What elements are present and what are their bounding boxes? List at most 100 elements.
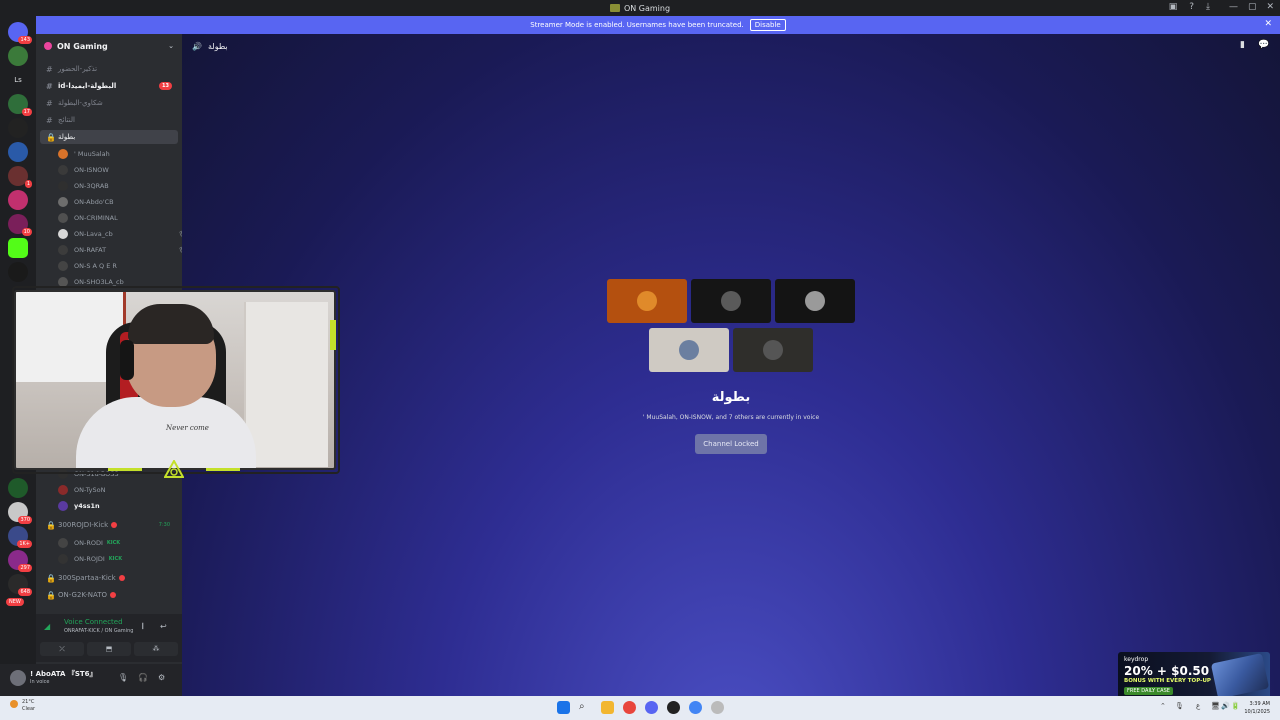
chat-icon[interactable]: 💬 <box>1258 40 1269 50</box>
voice-member[interactable]: ON-RAFAT 🎙 <box>58 243 186 257</box>
server-icon[interactable]: 1K+ <box>8 526 32 548</box>
server-icon[interactable]: 297 <box>8 550 32 572</box>
noise-suppression-icon[interactable]: 𝄃 <box>142 622 144 632</box>
voice-member[interactable]: ' MuuSalah <box>58 147 110 161</box>
member-name: ON-RODI <box>74 539 103 547</box>
app-icon[interactable] <box>667 701 680 714</box>
settings-gear-icon[interactable]: ⚙ <box>158 673 165 682</box>
clock-time: 3:39 AM <box>1249 701 1270 707</box>
microphone-icon[interactable]: 🎙 <box>118 673 128 682</box>
hash-icon: # <box>46 98 53 108</box>
voice-channel[interactable]: 🔒 300ROJDI-Kick 7:30 <box>40 518 178 532</box>
screen-share-button[interactable]: ⬒ <box>87 642 131 656</box>
voice-member[interactable]: ON-Abdo'CB <box>58 195 114 209</box>
tray-overflow-icon[interactable]: ⌃ <box>1160 702 1166 710</box>
disable-streamer-mode-button[interactable]: Disable <box>749 19 786 31</box>
weather-widget[interactable]: 21°C Clear <box>10 699 35 713</box>
voice-member[interactable]: ON-SHO3LA_cb <box>58 275 124 289</box>
window-title: ON Gaming <box>623 3 671 13</box>
headphones-icon[interactable]: 🎧 <box>138 673 148 682</box>
close-banner-icon[interactable]: ✕ <box>1264 19 1272 29</box>
channel-item[interactable]: # id-البطولة-ايميدا 13 <box>40 79 178 93</box>
avatar <box>58 501 68 511</box>
member-name: y4ss1n <box>74 502 100 510</box>
voice-member[interactable]: ON-ISNOW <box>58 163 109 177</box>
direct-messages-icon[interactable]: 143 <box>8 22 32 44</box>
avatar[interactable] <box>10 670 26 686</box>
kick-server-icon[interactable] <box>8 238 28 258</box>
server-icon-ls[interactable]: Ls <box>8 70 28 90</box>
participant-tile[interactable] <box>691 279 771 323</box>
tray-display-icon[interactable]: 🖥 <box>1211 702 1220 710</box>
pin-icon[interactable]: ▮ <box>1240 40 1245 50</box>
activities-button[interactable]: ⁂ <box>134 642 178 656</box>
close-window-button[interactable]: ✕ <box>1266 2 1274 12</box>
server-icon[interactable] <box>8 118 28 138</box>
channel-item[interactable]: # النتائج <box>40 113 178 127</box>
tray-microphone-icon[interactable]: 🎙 <box>1175 702 1184 710</box>
start-button[interactable] <box>557 701 570 714</box>
channel-item[interactable]: # تذكير-الحضور <box>40 62 178 76</box>
voice-member[interactable]: y4ss1n <box>58 499 100 513</box>
discord-icon[interactable] <box>645 701 658 714</box>
chrome-icon[interactable] <box>623 701 636 714</box>
voice-channel-active[interactable]: 🔒 بطولة <box>40 130 178 144</box>
tray-volume-icon[interactable]: 🔊 <box>1221 702 1230 710</box>
windows-taskbar: 21°C Clear ⌕ ⌃ 🎙 ع 🖥 🔊 🔋 3:39 AM 10/1/20… <box>0 696 1280 720</box>
server-icon[interactable]: 370 <box>8 502 32 524</box>
tray-battery-icon[interactable]: 🔋 <box>1231 702 1240 710</box>
server-icon[interactable] <box>8 46 28 66</box>
maximize-button[interactable]: ▢ <box>1248 2 1257 12</box>
server-icon[interactable]: 17 <box>8 94 32 116</box>
server-icon[interactable] <box>8 262 28 282</box>
chevron-down-icon[interactable]: ⌄ <box>168 42 174 50</box>
voice-status-title[interactable]: Voice Connected <box>64 618 123 626</box>
server-icon[interactable]: 1 <box>8 166 32 188</box>
avatar <box>58 213 68 223</box>
weather-condition: Clear <box>22 706 36 712</box>
webcam-accent <box>330 320 336 350</box>
participant-tile[interactable] <box>775 279 855 323</box>
voice-member[interactable]: ON-TySoN <box>58 483 106 497</box>
channel-locked-button[interactable]: Channel Locked <box>695 434 767 454</box>
server-icon[interactable] <box>8 142 28 162</box>
voice-member[interactable]: ON-CRIMINAL <box>58 211 118 225</box>
channel-item[interactable]: # شكاوي-البطولة <box>40 96 178 110</box>
voice-member[interactable]: ON-Lava_cb 🎙 <box>58 227 186 241</box>
server-icon[interactable] <box>8 478 28 498</box>
voice-channel[interactable]: 🔒 ON-G2K-NATO <box>40 588 178 602</box>
minimize-button[interactable]: — <box>1229 2 1238 12</box>
camera-button[interactable]: ⤫ <box>40 642 84 656</box>
disconnect-icon[interactable]: ↩ <box>160 622 167 631</box>
help-icon[interactable]: ? <box>1189 2 1194 12</box>
webcam-overlay: Never come <box>14 290 336 470</box>
search-icon[interactable]: ⌕ <box>579 701 592 714</box>
system-clock[interactable]: 3:39 AM 10/1/2025 <box>1244 700 1270 716</box>
camera-off-icon: ⤫ <box>59 644 65 653</box>
voice-member[interactable]: ON-RODI KICK <box>58 536 120 550</box>
server-icon[interactable] <box>8 190 28 210</box>
username[interactable]: ! AboATA 『ST6』 <box>30 669 97 679</box>
chrome-icon[interactable] <box>689 701 702 714</box>
tray-language-icon[interactable]: ع <box>1196 702 1200 710</box>
member-name: ON-Abdo'CB <box>74 198 114 206</box>
download-icon[interactable]: ⤓ <box>1206 2 1210 12</box>
voice-channel[interactable]: 🔒 300Spartaa-Kick <box>40 571 178 585</box>
file-explorer-icon[interactable] <box>601 701 614 714</box>
voice-member[interactable]: ON-3QRAB <box>58 179 109 193</box>
participant-tile[interactable] <box>607 279 687 323</box>
inbox-icon[interactable]: ▣ <box>1169 2 1178 12</box>
participant-tile[interactable] <box>649 328 729 372</box>
server-icon[interactable]: 10 <box>8 214 32 236</box>
app-icon[interactable] <box>711 701 724 714</box>
unread-badge: 297 <box>18 564 32 572</box>
voice-status-subtitle[interactable]: ONRAFAT-KICK / ON Gaming <box>64 628 133 634</box>
keydrop-ad[interactable]: keydrop 20% + $0.50 BONUS WITH EVERY TOP… <box>1118 652 1270 700</box>
participant-tile[interactable] <box>733 328 813 372</box>
avatar <box>58 149 68 159</box>
voice-member[interactable]: ON-S A Q E R <box>58 259 117 273</box>
voice-member[interactable]: ON-ROJDI KICK <box>58 552 122 566</box>
server-icon[interactable]: 648 <box>8 574 32 596</box>
server-header[interactable]: ON Gaming ⌄ <box>36 34 182 58</box>
channel-name: النتائج <box>58 116 75 124</box>
